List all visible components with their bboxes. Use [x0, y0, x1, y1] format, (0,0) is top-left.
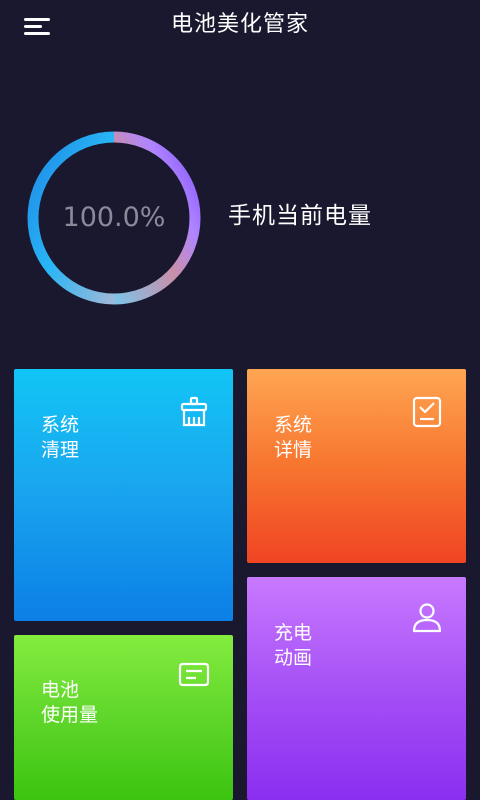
broom-icon — [177, 395, 211, 429]
system-detail-label-line1: 系统 — [274, 414, 313, 436]
battery-ring: 100.0% — [24, 128, 204, 308]
user-icon — [410, 601, 444, 635]
message-card-icon — [177, 659, 211, 693]
battery-percent: 100.0% — [62, 202, 166, 233]
checklist-icon — [410, 395, 444, 429]
charge-animation-label-line1: 充电 — [274, 622, 313, 644]
system-detail-tile[interactable]: 系统 详情 — [247, 369, 466, 563]
battery-usage-label-line2: 使用量 — [41, 704, 99, 726]
app-screen: 电池美化管家 100.0% 手机当前电量 系统 清理 系统 详情 电池 使用量 … — [0, 0, 480, 800]
battery-section: 100.0% 手机当前电量 — [0, 120, 480, 320]
system-clean-label: 系统 清理 — [41, 413, 79, 463]
charge-animation-tile[interactable]: 充电 动画 — [247, 577, 466, 800]
battery-label: 手机当前电量 — [228, 203, 372, 229]
system-detail-label-line2: 详情 — [274, 439, 313, 461]
charge-animation-label-line2: 动画 — [274, 647, 313, 669]
system-clean-label-line1: 系统 — [41, 414, 80, 436]
top-bar: 电池美化管家 — [0, 0, 480, 56]
battery-usage-label: 电池 使用量 — [41, 678, 98, 728]
system-clean-tile[interactable]: 系统 清理 — [14, 369, 233, 621]
charge-animation-label: 充电 动画 — [274, 621, 312, 671]
system-clean-label-line2: 清理 — [41, 439, 80, 461]
app-title: 电池美化管家 — [170, 12, 309, 37]
battery-usage-tile[interactable]: 电池 使用量 — [14, 635, 233, 800]
system-detail-label: 系统 详情 — [274, 413, 312, 463]
battery-usage-label-line1: 电池 — [41, 679, 80, 701]
